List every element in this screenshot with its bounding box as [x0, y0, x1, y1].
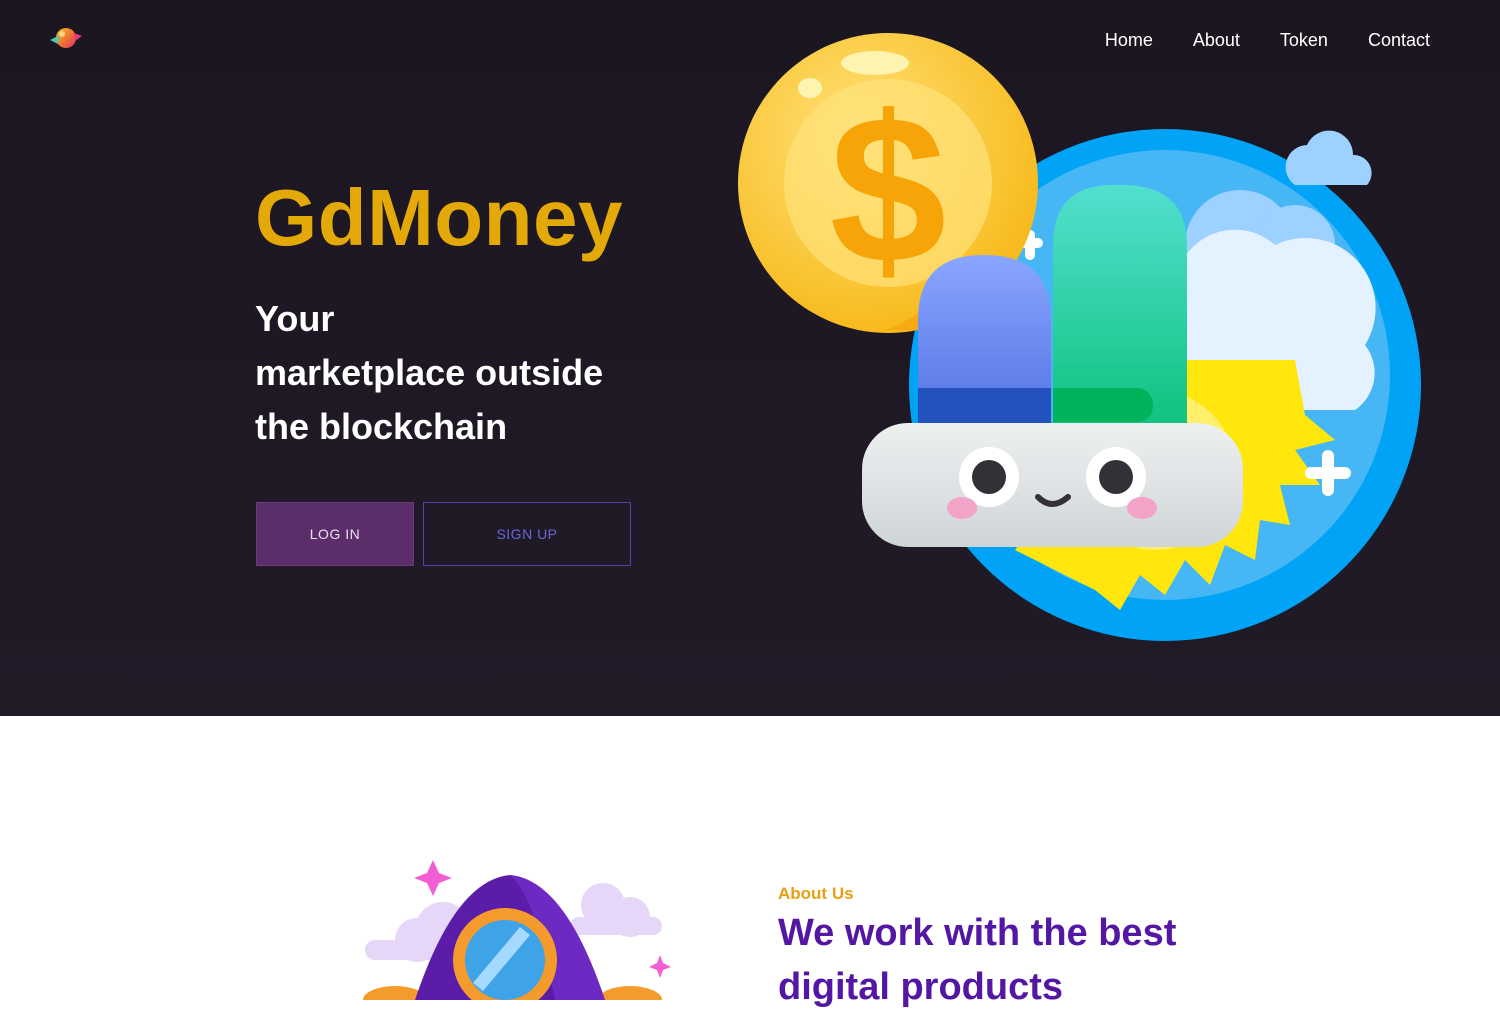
tagline-line: the blockchain — [255, 406, 508, 447]
hero-tagline: Your marketplace outside the blockchain — [255, 292, 635, 454]
hero-section: Home About Token Contact GdMoney Your ma… — [0, 0, 1500, 716]
tagline-line: Your — [255, 298, 335, 339]
about-title: We work with the best digital products — [778, 906, 1238, 1014]
smiling-base-icon — [862, 423, 1243, 547]
rocket-illustration — [363, 860, 671, 1000]
signup-button[interactable]: SIGN UP — [423, 502, 631, 566]
about-kicker: About Us — [778, 884, 854, 903]
about-title-line: We work with the best — [778, 912, 1177, 954]
about-title-line: digital products — [778, 966, 1063, 1008]
brand-title: GdMoney — [255, 173, 623, 262]
login-button[interactable]: LOG IN — [256, 502, 414, 566]
cloud-icon — [1285, 130, 1372, 185]
tagline-line: marketplace outside — [255, 352, 604, 393]
logo-icon[interactable] — [48, 22, 84, 54]
hero-illustration: $ — [738, 33, 1421, 641]
svg-text:$: $ — [830, 72, 947, 307]
